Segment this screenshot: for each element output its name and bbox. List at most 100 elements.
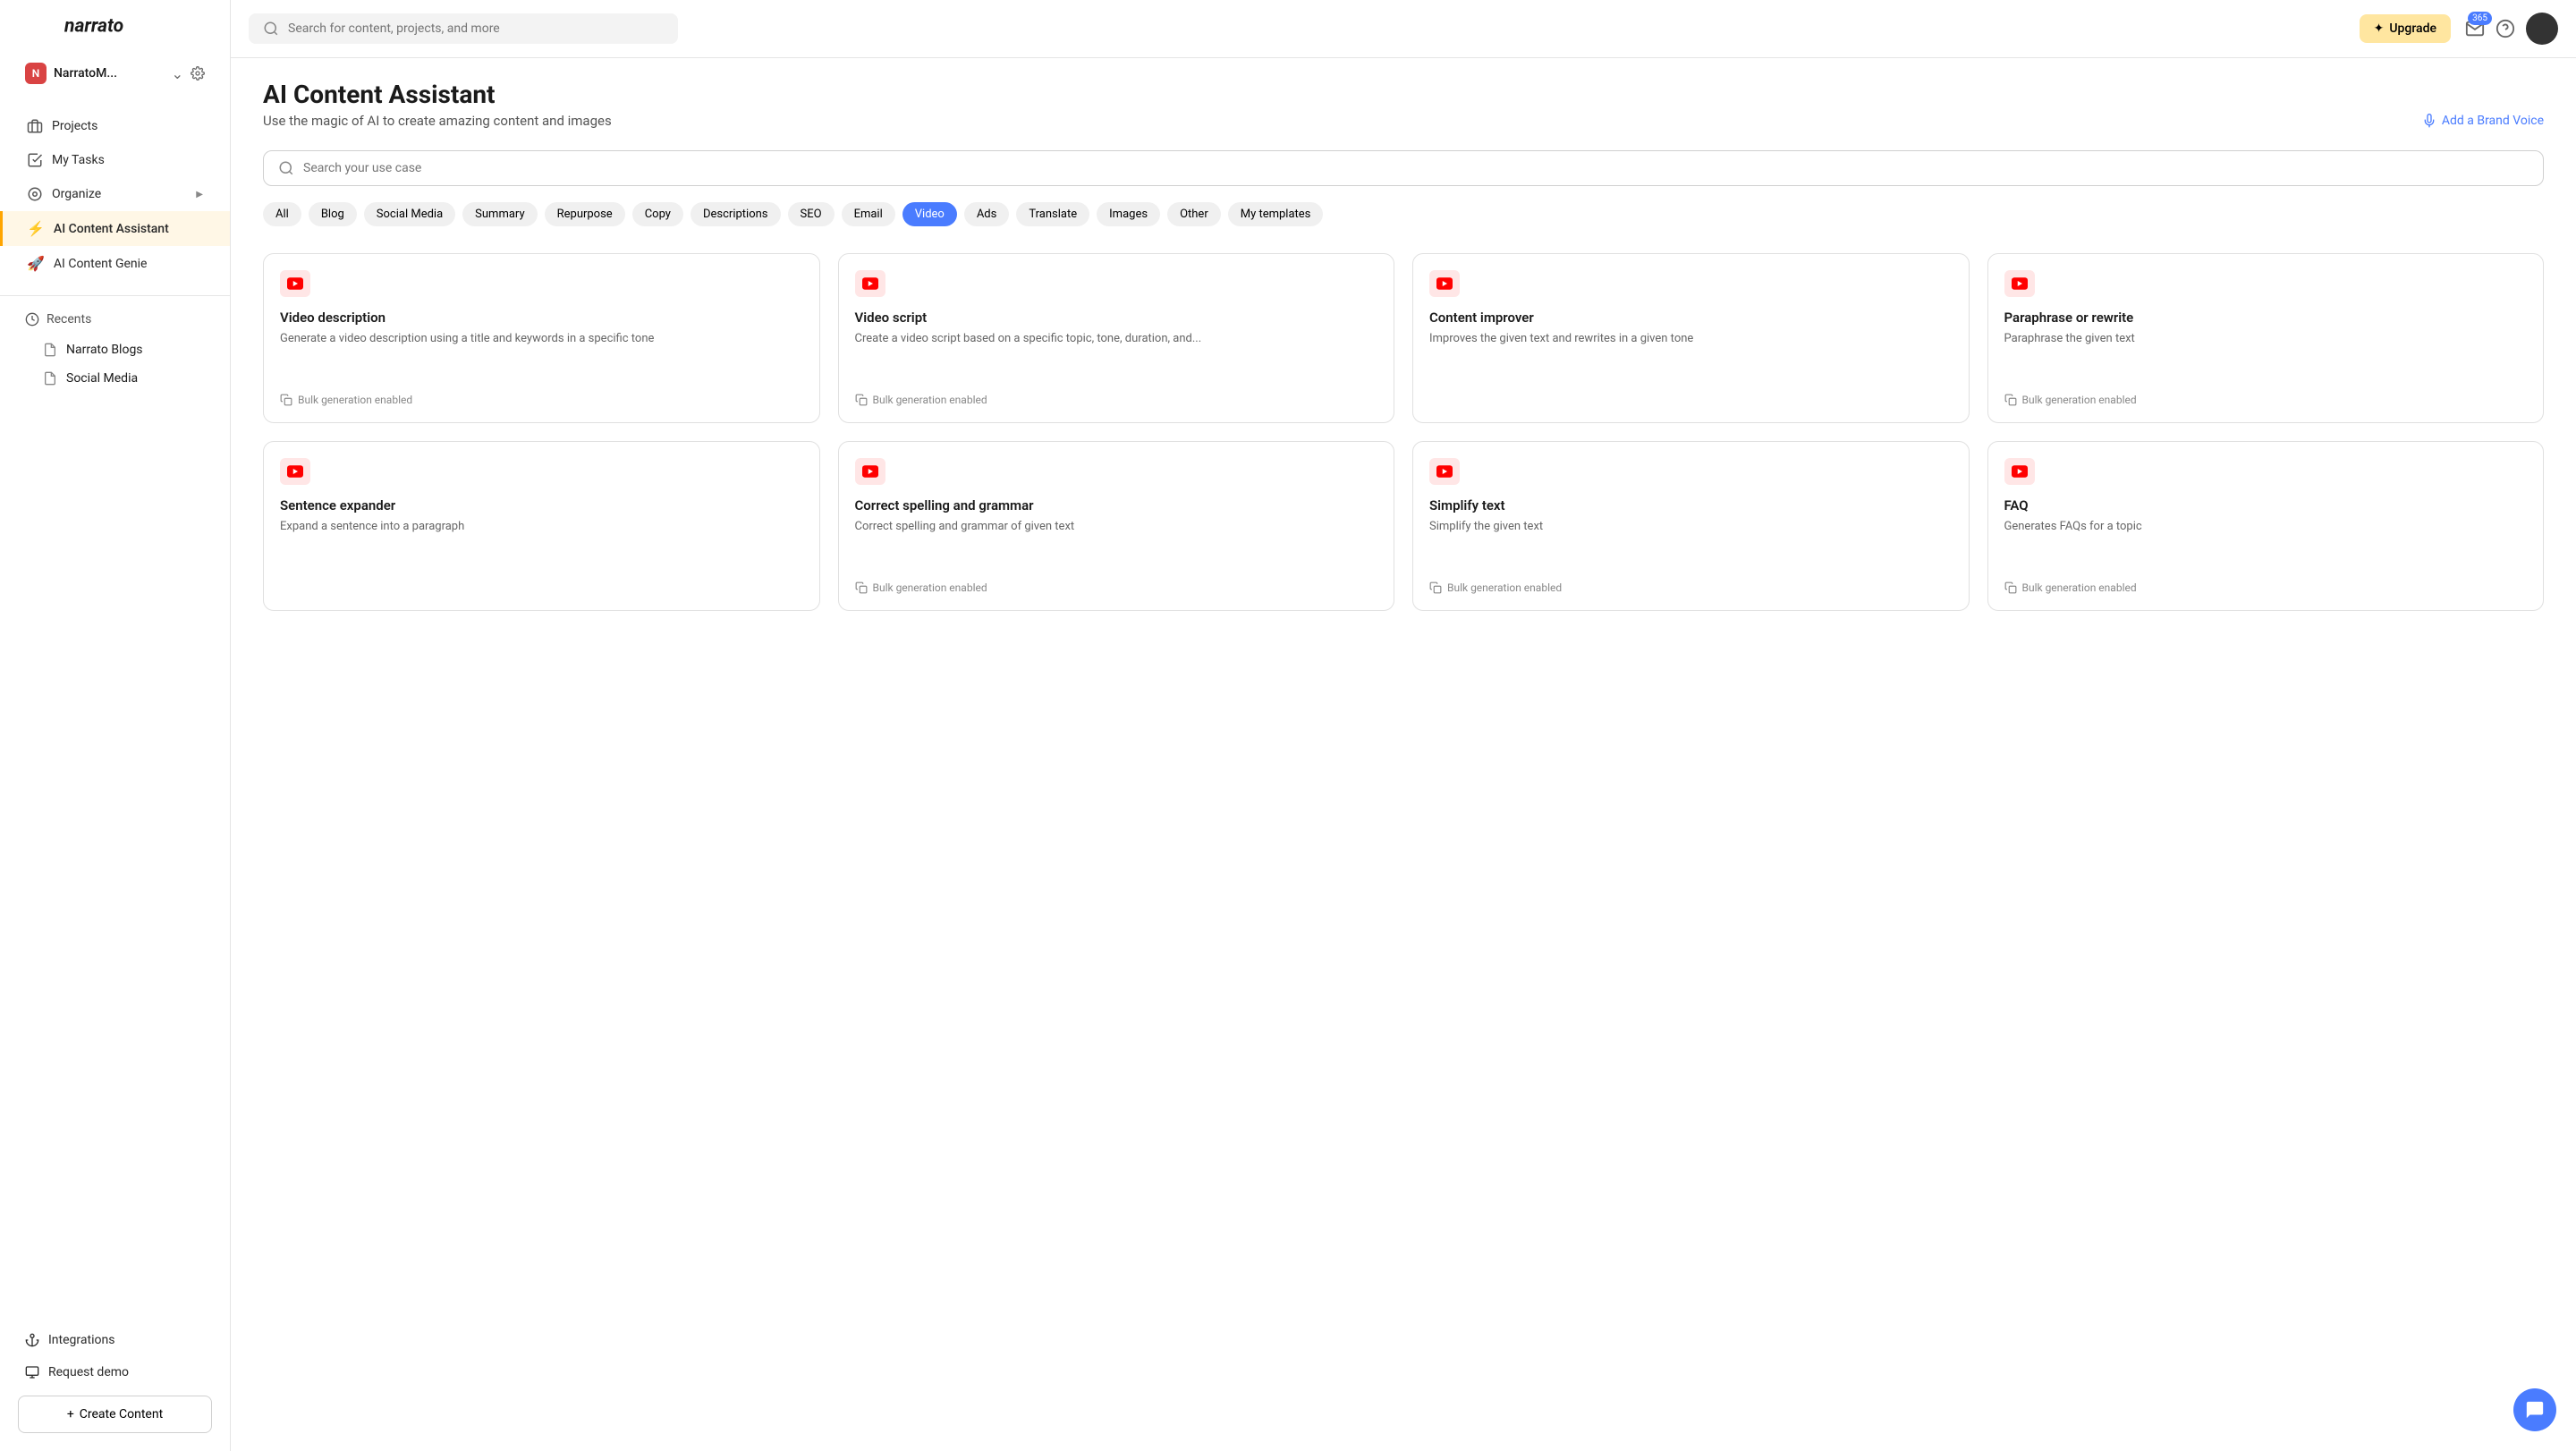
anchor-icon — [25, 1333, 39, 1347]
template-card[interactable]: Sentence expander Expand a sentence into… — [263, 441, 820, 611]
template-card[interactable]: Correct spelling and grammar Correct spe… — [838, 441, 1395, 611]
filter-pill-email[interactable]: Email — [842, 202, 895, 226]
youtube-icon — [1429, 270, 1460, 297]
sidebar: narrato N NarratoM... ⌄ Projects My Task… — [0, 0, 231, 1451]
template-card[interactable]: Simplify text Simplify the given text Bu… — [1412, 441, 1970, 611]
filter-pill-repurpose[interactable]: Repurpose — [545, 202, 625, 226]
filter-pill-other[interactable]: Other — [1167, 202, 1221, 226]
template-grid: Video description Generate a video descr… — [263, 253, 2544, 611]
integrations-label: Integrations — [48, 1333, 114, 1347]
chevron-down-icon: ⌄ — [172, 65, 183, 82]
bulk-generation-badge: Bulk generation enabled — [2004, 581, 2528, 594]
template-card[interactable]: FAQ Generates FAQs for a topic Bulk gene… — [1987, 441, 2545, 611]
page-subtitle: Use the magic of AI to create amazing co… — [263, 113, 612, 129]
template-card[interactable]: Video description Generate a video descr… — [263, 253, 820, 423]
filter-pill-ads[interactable]: Ads — [964, 202, 1010, 226]
card-description: Generate a video description using a tit… — [280, 331, 803, 347]
notifications-button[interactable]: 365 — [2465, 19, 2485, 38]
filter-pill-blog[interactable]: Blog — [309, 202, 357, 226]
filter-pill-images[interactable]: Images — [1097, 202, 1160, 226]
upgrade-label: Upgrade — [2389, 21, 2436, 36]
sliders-icon — [27, 186, 43, 202]
search-input[interactable] — [288, 21, 664, 36]
plus-icon: + — [67, 1407, 74, 1421]
sidebar-nav: Projects My Tasks Organize ▶ ⚡ AI Conten… — [0, 95, 230, 295]
recent-item-label: Narrato Blogs — [66, 343, 143, 357]
youtube-icon — [855, 458, 886, 485]
lightning-icon: ⚡ — [27, 220, 45, 237]
recents-section: Recents Narrato Blogs Social Media — [0, 296, 230, 400]
filter-pill-seo[interactable]: SEO — [788, 202, 835, 226]
chat-fab[interactable] — [2513, 1388, 2556, 1431]
recent-item[interactable]: Social Media — [25, 364, 205, 393]
filter-pill-summary[interactable]: Summary — [462, 202, 537, 226]
sidebar-item-label: AI Content Assistant — [54, 222, 169, 236]
card-description: Simplify the given text — [1429, 519, 1953, 535]
card-description: Expand a sentence into a paragraph — [280, 519, 803, 535]
monitor-icon — [25, 1365, 39, 1379]
card-title: FAQ — [2004, 497, 2528, 513]
help-icon[interactable] — [2496, 19, 2515, 38]
template-card[interactable]: Content improver Improves the given text… — [1412, 253, 1970, 423]
sidebar-item-projects[interactable]: Projects — [0, 109, 230, 143]
template-card[interactable]: Paraphrase or rewrite Paraphrase the giv… — [1987, 253, 2545, 423]
youtube-icon — [1429, 458, 1460, 485]
main: ✦ Upgrade 365 AI Content Assistant Use t… — [231, 0, 2576, 1451]
global-search[interactable] — [249, 13, 678, 44]
card-title: Correct spelling and grammar — [855, 497, 1378, 513]
filter-pill-video[interactable]: Video — [902, 202, 957, 226]
recent-item-label: Social Media — [66, 371, 138, 386]
add-brand-voice-link[interactable]: Add a Brand Voice — [2422, 114, 2544, 128]
page-title: AI Content Assistant — [263, 80, 2544, 109]
integrations-link[interactable]: Integrations — [18, 1324, 212, 1356]
sparkle-icon: ✦ — [2374, 21, 2385, 36]
sidebar-item-label: Organize — [52, 187, 101, 201]
sidebar-item-my-tasks[interactable]: My Tasks — [0, 143, 230, 177]
sidebar-item-label: AI Content Genie — [54, 257, 148, 271]
upgrade-button[interactable]: ✦ Upgrade — [2360, 14, 2451, 43]
sidebar-item-ai-content-assistant[interactable]: ⚡ AI Content Assistant — [0, 211, 230, 246]
template-card[interactable]: Video script Create a video script based… — [838, 253, 1395, 423]
recents-label: Recents — [47, 312, 91, 327]
card-description: Improves the given text and rewrites in … — [1429, 331, 1953, 347]
filter-pill-all[interactable]: All — [263, 202, 301, 226]
gear-icon[interactable] — [191, 66, 205, 81]
usecase-search[interactable] — [263, 150, 2544, 186]
briefcase-icon — [27, 118, 43, 134]
youtube-icon — [2004, 458, 2035, 485]
youtube-icon — [280, 458, 310, 485]
sidebar-item-label: My Tasks — [52, 153, 105, 167]
filter-pill-social-media[interactable]: Social Media — [364, 202, 455, 226]
brand-voice-label: Add a Brand Voice — [2442, 114, 2544, 128]
sidebar-item-organize[interactable]: Organize ▶ — [0, 177, 230, 211]
logo[interactable]: narrato — [0, 0, 230, 52]
filter-pill-copy[interactable]: Copy — [632, 202, 683, 226]
bulk-generation-badge: Bulk generation enabled — [1429, 581, 1953, 594]
card-title: Simplify text — [1429, 497, 1953, 513]
search-icon — [263, 21, 279, 37]
youtube-icon — [855, 270, 886, 297]
workspace-selector[interactable]: N NarratoM... ⌄ — [0, 52, 230, 95]
card-title: Content improver — [1429, 310, 1953, 326]
sidebar-item-ai-content-genie[interactable]: 🚀 AI Content Genie — [0, 246, 230, 281]
youtube-icon — [2004, 270, 2035, 297]
topbar: ✦ Upgrade 365 — [231, 0, 2576, 58]
usecase-search-input[interactable] — [303, 161, 2529, 175]
workspace-badge: N — [25, 63, 47, 84]
user-avatar[interactable] — [2526, 13, 2558, 45]
create-content-button[interactable]: + Create Content — [18, 1396, 212, 1433]
request-demo-label: Request demo — [48, 1365, 129, 1379]
filter-pill-translate[interactable]: Translate — [1016, 202, 1089, 226]
chevron-right-icon: ▶ — [196, 190, 203, 199]
create-content-label: Create Content — [80, 1407, 163, 1421]
search-icon — [278, 160, 294, 176]
workspace-name: NarratoM... — [54, 66, 165, 81]
request-demo-link[interactable]: Request demo — [18, 1356, 212, 1388]
card-title: Sentence expander — [280, 497, 803, 513]
recent-item[interactable]: Narrato Blogs — [25, 335, 205, 364]
clock-icon — [25, 312, 39, 327]
filter-pill-my-templates[interactable]: My templates — [1228, 202, 1324, 226]
card-description: Generates FAQs for a topic — [2004, 519, 2528, 535]
filter-pill-descriptions[interactable]: Descriptions — [691, 202, 781, 226]
bulk-generation-badge: Bulk generation enabled — [855, 394, 1378, 406]
